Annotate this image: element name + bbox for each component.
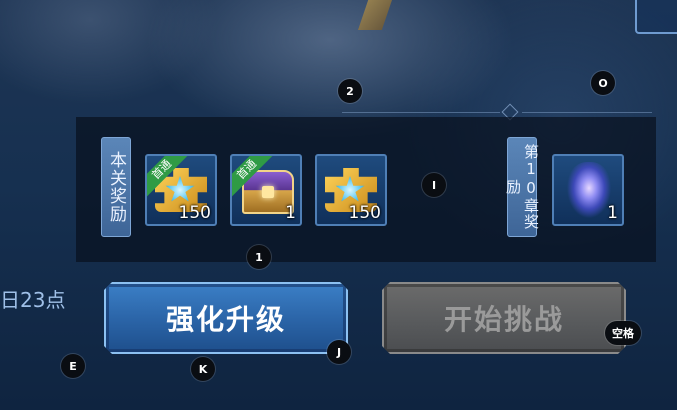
start-challenge-button[interactable]: 开始挑战 [382, 282, 626, 354]
divider-line-right [522, 112, 652, 113]
deadline-text: 日23点 [0, 288, 66, 312]
hotkey-hint-2: 2 [338, 79, 362, 103]
reward-quantity: 150 [348, 203, 381, 223]
reward-slot-chest[interactable]: 首通 1 [230, 154, 302, 226]
reward-slot-puzzle-first[interactable]: 首通 150 [145, 154, 217, 226]
divider-line-left [342, 112, 500, 113]
upgrade-button[interactable]: 强化升级 [104, 282, 348, 354]
stage-reward-label: 本关奖励 [101, 137, 131, 237]
chapter-reward-slot[interactable]: 1 [552, 154, 624, 226]
top-right-frame [635, 0, 677, 34]
reward-quantity: 1 [607, 203, 618, 223]
hotkey-hint-j: J [327, 340, 351, 364]
hotkey-hint-e: E [61, 354, 85, 378]
reward-quantity: 1 [285, 203, 296, 223]
hotkey-hint-i: I [422, 173, 446, 197]
chest-lock-icon [262, 186, 274, 198]
hotkey-hint-k: K [191, 357, 215, 381]
spirit-icon [566, 162, 612, 220]
reward-slot-puzzle[interactable]: 150 [315, 154, 387, 226]
background-gem-decoration [358, 0, 392, 30]
chapter-reward-label: 第10章奖励 [504, 137, 540, 237]
reward-quantity: 150 [178, 203, 211, 223]
hotkey-hint-1: 1 [247, 245, 271, 269]
hotkey-hint-o: O [591, 71, 615, 95]
hotkey-hint-space: 空格 [605, 321, 641, 345]
